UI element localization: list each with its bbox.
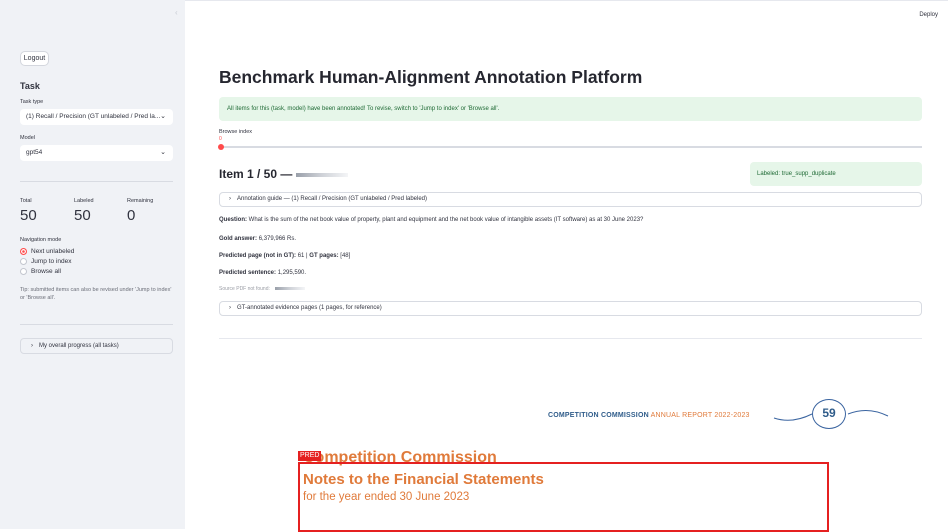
predicted-sentence-text: 1,295,590. — [277, 270, 307, 276]
redacted-text — [275, 287, 306, 291]
gold-answer-text: 6,379,966 Rs. — [258, 236, 297, 242]
nav-option-browse-all[interactable]: Browse all — [20, 268, 61, 275]
browse-index-label: Browse index — [219, 129, 253, 135]
predicted-page-line: Predicted page (not in GT): 61 | GT page… — [219, 253, 351, 259]
nav-option-label: Next unlabeled — [31, 248, 75, 255]
chevron-right-icon: › — [229, 196, 231, 202]
redacted-text — [296, 172, 349, 177]
page-title: Benchmark Human-Alignment Annotation Pla… — [219, 67, 643, 87]
toolbar-divider — [185, 0, 948, 1]
task-type-select[interactable]: (1) Recall / Precision (GT unlabeled / P… — [20, 109, 173, 125]
predicted-sentence-line: Predicted sentence: 1,295,590. — [219, 270, 306, 276]
model-select[interactable]: gpt54 ⌄ — [20, 145, 173, 161]
metric-remaining-label: Remaining — [127, 198, 154, 204]
pred-highlight-box — [298, 462, 829, 532]
gold-answer-label: Gold answer: — [219, 236, 258, 242]
source-pdf-note: Source PDF not found: — [219, 286, 306, 292]
main-divider — [219, 338, 922, 339]
model-value: gpt54 — [26, 149, 43, 156]
predicted-page-label: Predicted page (not in GT): — [219, 253, 297, 259]
question-line: Question: What is the sum of the net boo… — [219, 217, 643, 223]
overall-progress-expander[interactable]: › My overall progress (all tasks) — [20, 338, 173, 354]
annotation-guide-expander[interactable]: › Annotation guide — (1) Recall / Precisi… — [219, 192, 922, 207]
browse-index-track[interactable] — [221, 146, 922, 148]
item-title: Item 1 / 50 — — [219, 167, 349, 181]
nav-option-next-unlabeled[interactable]: Next unlabeled — [20, 248, 74, 255]
sidebar-divider — [20, 324, 173, 325]
expander-label: GT-annotated evidence pages (1 pages, fo… — [237, 305, 382, 311]
task-type-value: (1) Recall / Precision (GT unlabeled / P… — [26, 113, 161, 120]
deploy-button[interactable]: Deploy — [919, 12, 938, 18]
question-text: What is the sum of the net book value of… — [248, 217, 644, 223]
metric-labeled-value: 50 — [74, 207, 91, 224]
labeled-status-badge: Labeled: true_supp_duplicate — [750, 162, 922, 186]
radio-selected-icon — [20, 248, 27, 255]
sidebar: ‹ Logout Task Task type (1) Recall / Pre… — [0, 0, 185, 529]
chevron-right-icon: › — [229, 305, 231, 311]
chevron-down-icon: ⌄ — [160, 113, 166, 120]
pdf-page-number: 59 — [812, 399, 846, 429]
gold-answer-line: Gold answer: 6,379,966 Rs. — [219, 236, 296, 242]
sidebar-section-title: Task — [20, 81, 40, 91]
metric-total-value: 50 — [20, 207, 37, 224]
source-pdf-text: Source PDF not found: — [219, 286, 270, 292]
success-alert: All items for this (task, model) have be… — [219, 97, 922, 121]
browse-index-slider-handle[interactable] — [218, 144, 224, 150]
radio-icon — [20, 268, 27, 275]
item-title-text: Item 1 / 50 — — [219, 167, 293, 181]
collapse-sidebar-icon[interactable]: ‹ — [175, 8, 181, 17]
expander-label: Annotation guide — (1) Recall / Precisio… — [237, 196, 427, 202]
chevron-down-icon: ⌄ — [160, 149, 166, 156]
metric-total-label: Total — [20, 198, 32, 204]
gt-pages-text: [48] — [340, 253, 351, 259]
pdf-header-report: ANNUAL REPORT 2022-2023 — [650, 412, 750, 419]
predicted-page-text: 61 — [297, 253, 305, 259]
model-label: Model — [20, 135, 35, 141]
logout-button[interactable]: Logout — [20, 51, 49, 66]
question-label: Question: — [219, 217, 247, 223]
nav-option-jump-to-index[interactable]: Jump to index — [20, 258, 71, 265]
nav-option-label: Browse all — [31, 268, 61, 275]
predicted-sentence-label: Predicted sentence: — [219, 270, 277, 276]
task-type-label: Task type — [20, 99, 44, 105]
metric-remaining-value: 0 — [127, 207, 136, 224]
browse-index-value: 0 — [219, 136, 222, 142]
metric-labeled-label: Labeled — [74, 198, 94, 204]
expander-label: My overall progress (all tasks) — [39, 343, 119, 349]
pdf-page-header: COMPETITION COMMISSION ANNUAL REPORT 202… — [548, 412, 750, 419]
radio-icon — [20, 258, 27, 265]
nav-mode-label: Navigation mode — [20, 237, 62, 243]
sidebar-divider — [20, 181, 173, 182]
pred-tag: PRED — [298, 451, 322, 461]
sidebar-tip: Tip: submitted items can also be revised… — [20, 287, 172, 301]
chevron-right-icon: › — [31, 343, 33, 349]
nav-option-label: Jump to index — [31, 258, 72, 265]
pdf-header-org: COMPETITION COMMISSION — [548, 412, 649, 419]
gt-evidence-expander[interactable]: › GT-annotated evidence pages (1 pages, f… — [219, 301, 922, 316]
gt-pages-label: GT pages: — [309, 253, 339, 259]
